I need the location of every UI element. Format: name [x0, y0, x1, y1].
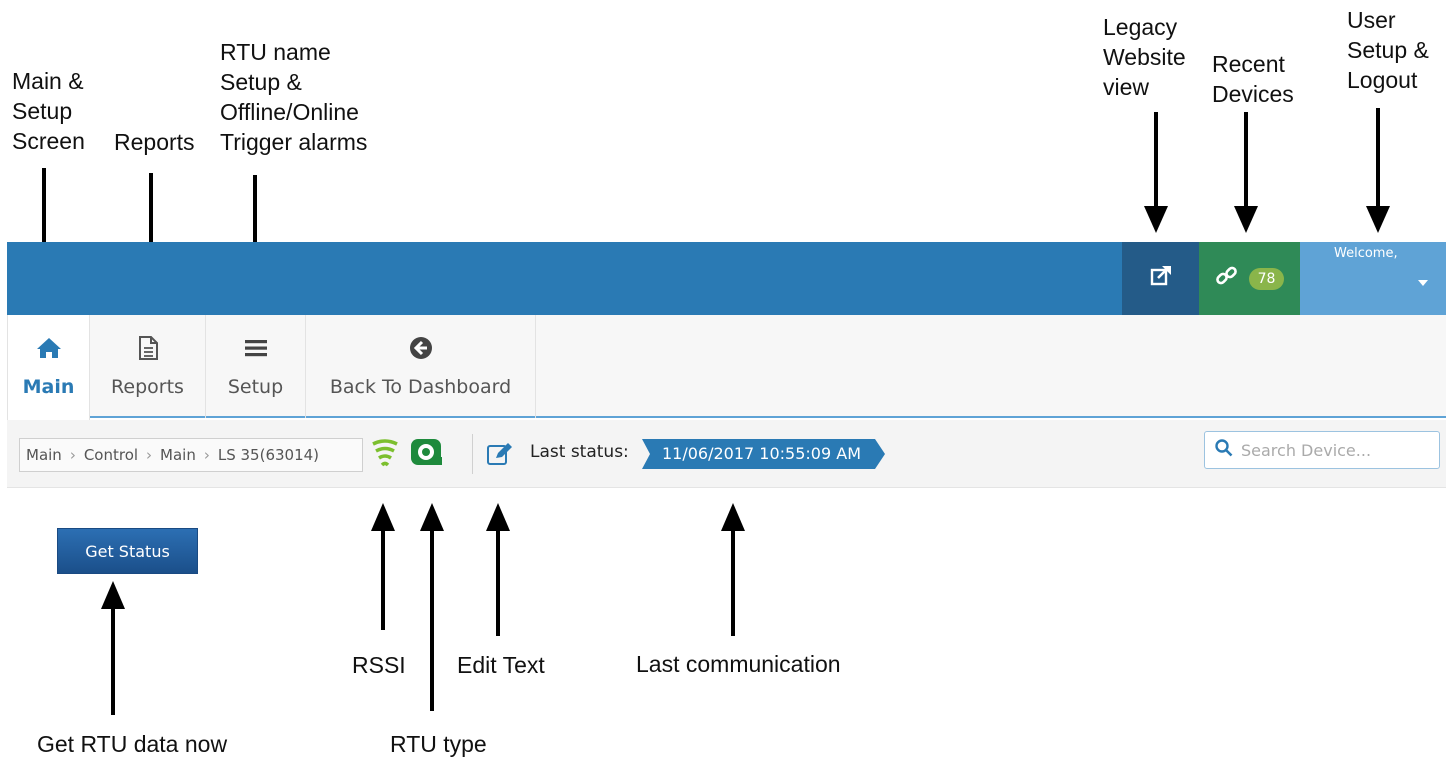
breadcrumb-item[interactable]: Control: [84, 446, 138, 464]
signal-icon: [371, 438, 399, 477]
annotation-rtu-type: RTU type: [390, 731, 487, 757]
tab-reports[interactable]: Reports: [90, 315, 206, 418]
arrow-down-recent: [1234, 112, 1258, 233]
tab-setup[interactable]: Setup: [206, 315, 306, 418]
tab-main-label: Main: [22, 376, 75, 398]
user-menu-button[interactable]: Welcome,: [1300, 242, 1446, 315]
breadcrumb: Main › Control › Main › LS 35(63014): [19, 438, 363, 472]
search-device-input[interactable]: [1241, 440, 1431, 460]
chevron-right-icon: ›: [203, 446, 210, 464]
tab-reports-label: Reports: [111, 376, 184, 398]
annotation-rssi: RSSI: [352, 652, 406, 678]
arrow-up-rssi: [371, 503, 395, 630]
breadcrumb-item[interactable]: Main: [26, 446, 62, 464]
tab-main[interactable]: Main: [7, 315, 90, 420]
arrow-up-edit-text: [486, 503, 510, 636]
tab-bar: Main Reports Setup Back To Dashboard: [7, 315, 1446, 420]
last-status-timestamp: 11/06/2017 10:55:09 AM: [642, 439, 885, 469]
caret-down-icon: [1418, 280, 1428, 286]
tab-back-to-dashboard[interactable]: Back To Dashboard: [306, 315, 536, 418]
external-link-icon: [1149, 264, 1173, 293]
edit-icon[interactable]: [486, 441, 514, 472]
annotation-reports: Reports: [114, 129, 195, 155]
breadcrumb-item[interactable]: Main: [160, 446, 196, 464]
annotation-rtu-name: RTU name Setup & Offline/Online Trigger …: [220, 39, 368, 155]
recent-devices-count-badge: 78: [1248, 267, 1285, 290]
get-status-button[interactable]: Get Status: [57, 528, 198, 574]
chevron-right-icon: ›: [146, 446, 153, 464]
arrow-down-user: [1366, 108, 1390, 233]
chevron-right-icon: ›: [69, 446, 76, 464]
rtu-type-icon: [410, 437, 444, 472]
top-navbar: 78 Welcome,: [7, 242, 1446, 315]
welcome-text: Welcome,: [1334, 246, 1398, 261]
annotation-legacy: Legacy Website view: [1103, 14, 1186, 100]
last-status-label: Last status:: [530, 442, 629, 462]
annotation-recent: Recent Devices: [1212, 51, 1294, 107]
annotation-edit-text: Edit Text: [457, 652, 545, 678]
search-icon: [1215, 438, 1233, 462]
status-bar: Main › Control › Main › LS 35(63014) Las…: [7, 420, 1446, 488]
annotation-last-communication: Last communication: [636, 651, 841, 677]
legacy-website-button[interactable]: [1122, 242, 1199, 315]
menu-icon: [244, 335, 268, 361]
home-icon: [36, 335, 62, 361]
arrow-circle-left-icon: [409, 335, 433, 361]
arrow-down-legacy: [1144, 112, 1168, 233]
document-icon: [137, 335, 159, 361]
annotation-main-setup: Main & Setup Screen: [12, 68, 85, 154]
annotation-get-rtu: Get RTU data now: [37, 731, 228, 757]
divider: [472, 434, 473, 474]
breadcrumb-item-current[interactable]: LS 35(63014): [218, 446, 319, 464]
tab-back-label: Back To Dashboard: [329, 376, 512, 398]
arrow-up-get-status: [101, 581, 125, 715]
link-icon: [1215, 264, 1239, 293]
tab-setup-label: Setup: [227, 376, 284, 398]
annotation-user: User Setup & Logout: [1347, 7, 1429, 93]
arrow-up-last-communication: [721, 503, 745, 636]
arrow-up-rtu-type: [420, 503, 444, 711]
recent-devices-button[interactable]: 78: [1199, 242, 1300, 315]
search-device-box: [1204, 431, 1440, 469]
